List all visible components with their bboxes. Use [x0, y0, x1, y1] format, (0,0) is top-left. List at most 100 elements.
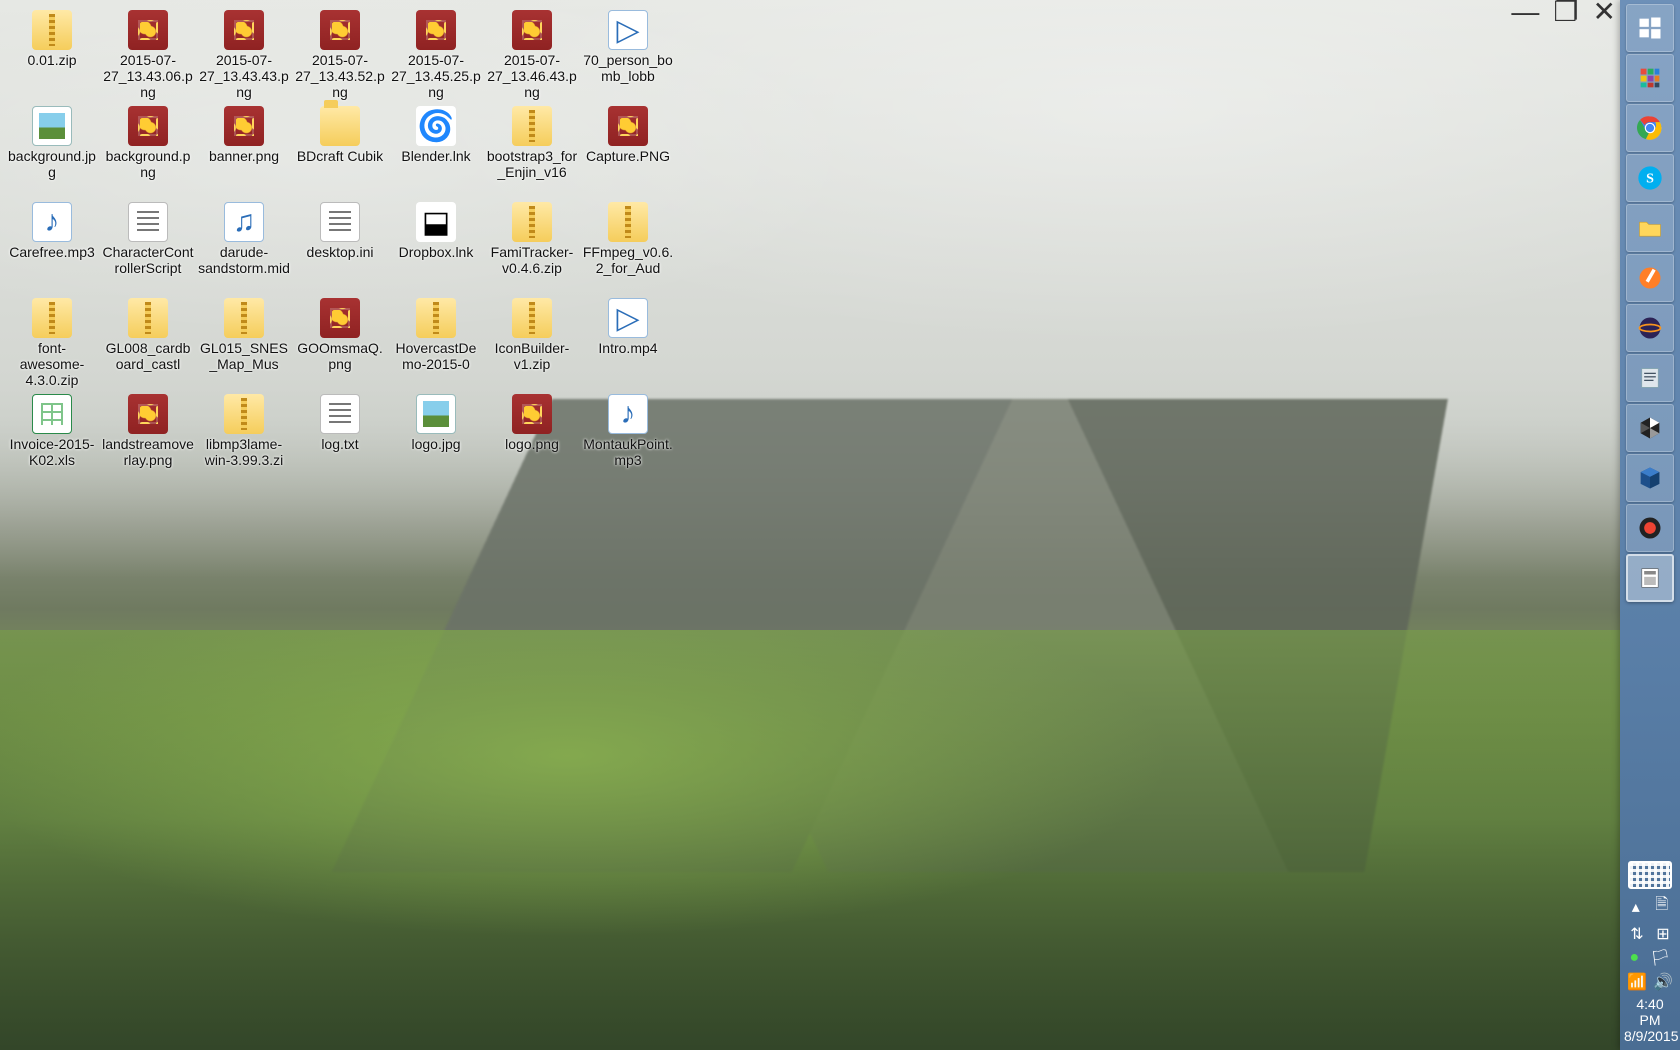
taskbar-start-button[interactable] — [1626, 4, 1674, 52]
desktop-file-icon[interactable]: Invoice-2015-K02.xls — [4, 390, 100, 486]
desktop-file-icon[interactable]: BDcraft Cubik — [292, 102, 388, 198]
desktop-file-icon[interactable]: Capture.PNG — [580, 102, 676, 198]
desktop-file-icon[interactable]: ♫darude-sandstorm.mid — [196, 198, 292, 294]
png-icon — [128, 10, 168, 50]
desktop-file-label: background.jpg — [6, 148, 98, 180]
desktop-file-icon[interactable]: logo.png — [484, 390, 580, 486]
taskbar-unity-button[interactable] — [1626, 404, 1674, 452]
desktop-file-icon[interactable]: ♪ Carefree.mp3 — [4, 198, 100, 294]
desktop-file-icon[interactable]: logo.jpg — [388, 390, 484, 486]
desktop-file-icon[interactable]: 2015-07-27_13.43.43.png — [196, 6, 292, 102]
desktop-file-icon[interactable]: 2015-07-27_13.43.52.png — [292, 6, 388, 102]
tray-network-icon[interactable]: 📶 — [1627, 972, 1647, 992]
taskbar-apps-button[interactable] — [1626, 54, 1674, 102]
tray-status-icon[interactable]: ● — [1630, 949, 1640, 967]
vbox-icon — [1636, 464, 1664, 492]
tray-action-center-icon[interactable]: 🗎 — [1655, 893, 1668, 920]
desktop-file-icon[interactable]: desktop.ini — [292, 198, 388, 294]
desktop-file-icon[interactable]: HovercastDemo-2015-0 — [388, 294, 484, 390]
tray-sync-icon[interactable]: ⇅ — [1630, 924, 1643, 944]
mp3-icon: ♪ — [608, 394, 648, 434]
desktop-file-icon[interactable]: ⬓Dropbox.lnk — [388, 198, 484, 294]
windows-icon — [1636, 14, 1664, 42]
desktop-file-icon[interactable]: ▷70_person_bomb_lobb — [580, 6, 676, 102]
desktop-file-icon[interactable]: 2015-07-27_13.45.25.png — [388, 6, 484, 102]
taskbar-clock[interactable]: 4:40 PM 8/9/2015 — [1624, 996, 1676, 1044]
jpg-icon — [416, 394, 456, 434]
desktop-file-label: MontaukPoint.mp3 — [582, 436, 674, 468]
desktop-file-icon[interactable]: 2015-07-27_13.46.43.png — [484, 6, 580, 102]
taskbar-chrome-button[interactable] — [1626, 104, 1674, 152]
desktop-file-icon[interactable]: 2015-07-27_13.43.06.png — [100, 6, 196, 102]
mp3-icon: ♪ — [32, 202, 72, 242]
taskbar-eclipse-button[interactable] — [1626, 304, 1674, 352]
taskbar-recorder-button[interactable] — [1626, 504, 1674, 552]
desktop-file-label: BDcraft Cubik — [297, 148, 383, 164]
mp4-icon: ▷ — [608, 10, 648, 50]
desktop-file-icon[interactable]: font-awesome-4.3.0.zip — [4, 294, 100, 390]
wallpaper-foreground — [0, 630, 1620, 1050]
desktop-file-label: logo.png — [505, 436, 559, 452]
desktop-file-icon[interactable]: 🌀Blender.lnk — [388, 102, 484, 198]
maximize-button[interactable]: ❐ — [1553, 2, 1578, 22]
desktop-file-label: 2015-07-27_13.46.43.png — [486, 52, 578, 100]
desktop-file-icon[interactable]: background.png — [100, 102, 196, 198]
taskbar-skype-button[interactable]: S — [1626, 154, 1674, 202]
desktop-file-label: Capture.PNG — [586, 148, 670, 164]
desktop-file-icon[interactable]: bootstrap3_for_Enjin_v16 — [484, 102, 580, 198]
taskbar-virtualbox-button[interactable] — [1626, 454, 1674, 502]
png-icon — [128, 394, 168, 434]
desktop-file-icon[interactable]: background.jpg — [4, 102, 100, 198]
taskbar-scan-button[interactable] — [1626, 554, 1674, 602]
desktop[interactable]: — ❐ ✕ 0.01.zip2015-07-27_13.43.06.png201… — [0, 0, 1620, 1050]
desktop-file-icon[interactable]: 0.01.zip — [4, 6, 100, 102]
desktop-file-label: font-awesome-4.3.0.zip — [6, 340, 98, 388]
desktop-file-label: Carefree.mp3 — [9, 244, 95, 260]
zip-icon — [224, 298, 264, 338]
desktop-file-icon[interactable]: FFmpeg_v0.6.2_for_Aud — [580, 198, 676, 294]
desktop-file-icon[interactable]: FamiTracker-v0.4.6.zip — [484, 198, 580, 294]
png-icon — [608, 106, 648, 146]
taskbar-notepadpp-button[interactable] — [1626, 354, 1674, 402]
touch-keyboard-icon[interactable] — [1628, 861, 1672, 889]
tray-volume-icon[interactable]: 🔊 — [1653, 972, 1673, 992]
desktop-file-label: 2015-07-27_13.43.06.png — [102, 52, 194, 100]
desktop-file-icon[interactable]: ▷Intro.mp4 — [580, 294, 676, 390]
png-icon — [224, 106, 264, 146]
desktop-file-icon[interactable]: GL008_cardboard_castl — [100, 294, 196, 390]
desktop-file-icon[interactable]: GOOmsmaQ.png — [292, 294, 388, 390]
desktop-file-icon[interactable]: GL015_SNES_Map_Mus — [196, 294, 292, 390]
clock-date: 8/9/2015 — [1624, 1028, 1676, 1044]
tray-row-1: ▴ 🗎 — [1624, 893, 1676, 920]
png-icon — [320, 10, 360, 50]
desktop-file-icon[interactable]: CharacterControllerScript — [100, 198, 196, 294]
desktop-file-icon[interactable]: banner.png — [196, 102, 292, 198]
unity-icon — [1636, 414, 1664, 442]
desktop-file-icon[interactable]: libmp3lame-win-3.99.3.zi — [196, 390, 292, 486]
zip-icon — [512, 298, 552, 338]
folder-icon — [320, 106, 360, 146]
desktop-file-label: banner.png — [209, 148, 279, 164]
desktop-file-label: GL015_SNES_Map_Mus — [198, 340, 290, 372]
skype-icon: S — [1636, 164, 1664, 192]
tray-expand-icon[interactable]: ▴ — [1632, 897, 1640, 917]
desktop-file-icon[interactable]: ♪MontaukPoint.mp3 — [580, 390, 676, 486]
desktop-file-icon[interactable]: log.txt — [292, 390, 388, 486]
desktop-file-label: GOOmsmaQ.png — [294, 340, 386, 372]
clock-time: 4:40 PM — [1624, 996, 1676, 1028]
desktop-file-label: Dropbox.lnk — [399, 244, 474, 260]
mp4-icon: ▷ — [608, 298, 648, 338]
png-icon — [224, 10, 264, 50]
minimize-button[interactable]: — — [1511, 2, 1539, 22]
mid-icon: ♫ — [224, 202, 264, 242]
system-tray: ▴ 🗎 ⇅ ⊞ ● 🏳 📶 🔊 4:40 PM 8/9/2015 — [1622, 857, 1678, 1050]
zip-icon — [128, 298, 168, 338]
desktop-file-icon[interactable]: landstreamoverlay.png — [100, 390, 196, 486]
desktop-file-icon[interactable]: IconBuilder-v1.zip — [484, 294, 580, 390]
taskbar-file-explorer-button[interactable] — [1626, 204, 1674, 252]
tray-windows-icon[interactable]: ⊞ — [1656, 924, 1669, 944]
png-icon — [512, 394, 552, 434]
close-button[interactable]: ✕ — [1593, 2, 1616, 22]
tray-flag-icon[interactable]: 🏳 — [1650, 948, 1670, 968]
taskbar-snipping-button[interactable] — [1626, 254, 1674, 302]
